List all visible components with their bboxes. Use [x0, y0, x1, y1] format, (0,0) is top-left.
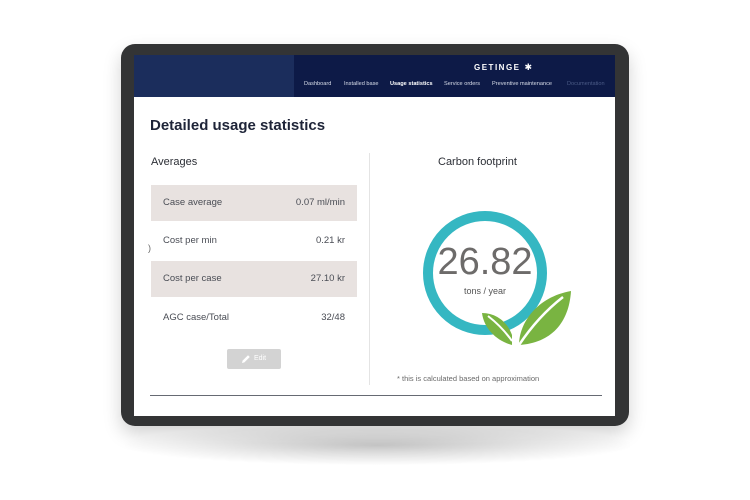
carbon-value: 26.82: [437, 241, 533, 283]
row-value: 0.21 kr: [315, 235, 345, 246]
row-value: 0.07 ml/min: [295, 197, 345, 208]
app-screen: GETINGE ✱ Dashboard Installed base Usage …: [134, 55, 615, 416]
carbon-footnote: * this is calculated based on approximat…: [397, 374, 540, 383]
bottom-rule: [150, 395, 602, 396]
scroll-left-icon[interactable]: ): [148, 243, 151, 253]
row-label: Case average: [163, 197, 223, 208]
leaf-icon: [479, 283, 579, 353]
column-divider: [369, 153, 370, 385]
brand-star-icon: ✱: [524, 62, 534, 72]
device-shadow: [125, 425, 630, 465]
nav-service-orders[interactable]: Service orders: [444, 81, 480, 87]
averages-row: AGC case/Total 32/48: [151, 300, 357, 336]
nav-dashboard[interactable]: Dashboard: [304, 81, 331, 87]
carbon-footprint-title: Carbon footprint: [438, 156, 517, 168]
averages-row: Cost per case 27.10 kr: [151, 261, 357, 297]
brand-name: GETINGE: [474, 63, 521, 72]
topbar-left-panel: [134, 55, 294, 97]
pencil-icon: [241, 354, 251, 366]
page-title: Detailed usage statistics: [150, 117, 326, 134]
top-navigation-bar: GETINGE ✱ Dashboard Installed base Usage …: [134, 55, 615, 97]
averages-title: Averages: [151, 156, 198, 168]
averages-row: Cost per min 0.21 kr: [151, 223, 357, 259]
edit-button-label: Edit: [254, 355, 267, 362]
brand-logo[interactable]: GETINGE ✱: [474, 62, 534, 73]
row-label: Cost per case: [163, 273, 222, 284]
row-label: Cost per min: [163, 235, 217, 246]
row-value: 27.10 kr: [310, 273, 345, 284]
nav-installed-base[interactable]: Installed base: [344, 81, 379, 87]
nav-documentation[interactable]: Documentation: [567, 81, 605, 87]
row-value: 32/48: [321, 312, 345, 323]
nav-preventive-maintenance[interactable]: Preventive maintenance: [492, 81, 552, 87]
row-label: AGC case/Total: [163, 312, 229, 323]
averages-row: Case average 0.07 ml/min: [151, 185, 357, 221]
nav-usage-statistics[interactable]: Usage statistics: [390, 81, 433, 87]
edit-button[interactable]: Edit: [227, 349, 281, 369]
